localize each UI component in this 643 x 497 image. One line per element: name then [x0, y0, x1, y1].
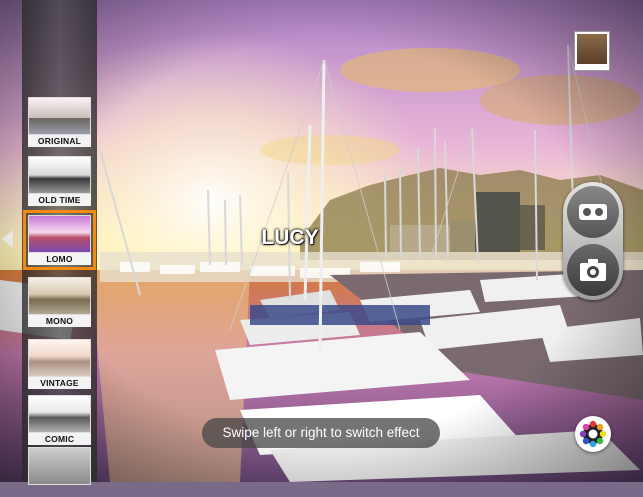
- filter-label: MONO: [28, 315, 91, 327]
- current-effect-name: LUCY: [261, 226, 319, 249]
- filter-strip[interactable]: ORIGINAL OLD TIME LOMO MONO VINTAGE COMI…: [22, 0, 97, 485]
- filter-item-mono[interactable]: MONO: [28, 277, 91, 327]
- filter-item-comic[interactable]: COMIC: [28, 395, 91, 445]
- color-palette-icon: [579, 420, 607, 448]
- gallery-thumbnail-image: [577, 34, 607, 64]
- filter-item-vintage[interactable]: VINTAGE: [28, 339, 91, 389]
- video-mode-button[interactable]: [567, 186, 619, 238]
- photo-camera-icon: [580, 259, 606, 281]
- photo-mode-button[interactable]: [567, 244, 619, 296]
- filter-thumbnail: [28, 97, 91, 135]
- filter-label: OLD TIME: [28, 194, 91, 206]
- filter-thumbnail: [28, 339, 91, 377]
- filter-thumbnail: [28, 447, 91, 485]
- filter-thumbnail: [28, 277, 91, 315]
- filter-item-old-time[interactable]: OLD TIME: [28, 156, 91, 206]
- filter-label: LOMO: [28, 253, 91, 265]
- gallery-thumbnail-icon[interactable]: [574, 31, 610, 71]
- swipe-hint-toast: Swipe left or right to switch effect: [202, 418, 440, 448]
- filter-label: ORIGINAL: [28, 135, 91, 147]
- filter-thumbnail: [28, 395, 91, 433]
- filter-thumbnail: [28, 215, 91, 253]
- filter-item-partial[interactable]: [28, 447, 91, 497]
- filter-thumbnail: [28, 156, 91, 194]
- filter-item-original[interactable]: ORIGINAL: [28, 97, 91, 147]
- filter-label: COMIC: [28, 433, 91, 445]
- triangle-left-icon[interactable]: [2, 230, 13, 248]
- video-camera-icon: [579, 204, 607, 220]
- filter-item-lomo[interactable]: LOMO: [23, 210, 96, 270]
- effects-button[interactable]: [575, 416, 611, 452]
- filter-label: VINTAGE: [28, 377, 91, 389]
- camera-mode-switch[interactable]: [563, 182, 623, 300]
